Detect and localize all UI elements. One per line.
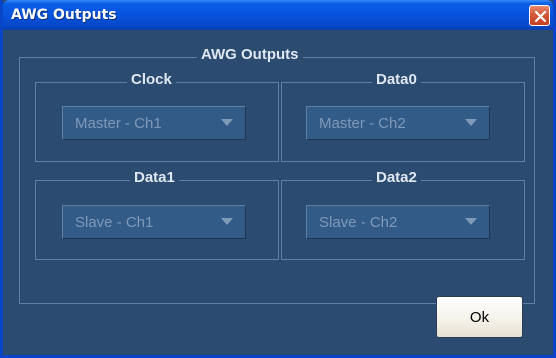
data0-label: Data0 xyxy=(372,71,421,88)
data1-output-value: Slave - Ch1 xyxy=(75,214,154,231)
data0-output-value: Master - Ch2 xyxy=(319,115,406,132)
chevron-down-icon xyxy=(221,218,233,225)
close-icon xyxy=(534,10,547,23)
window-title: AWG Outputs xyxy=(11,7,117,23)
clock-output-select[interactable]: Master - Ch1 xyxy=(62,106,246,140)
clock-label: Clock xyxy=(127,71,176,88)
data1-label: Data1 xyxy=(130,169,179,186)
chevron-down-icon xyxy=(221,119,233,126)
ok-button[interactable]: Ok xyxy=(436,296,523,338)
data2-output-value: Slave - Ch2 xyxy=(319,214,398,231)
chevron-down-icon xyxy=(465,119,477,126)
data0-output-select[interactable]: Master - Ch2 xyxy=(306,106,490,140)
data2-label: Data2 xyxy=(372,169,421,186)
close-button[interactable] xyxy=(529,5,550,26)
dialog-window: AWG Outputs AWG Outputs Clock Master - C… xyxy=(0,0,556,358)
data1-output-select[interactable]: Slave - Ch1 xyxy=(62,205,246,239)
title-bar[interactable]: AWG Outputs xyxy=(3,0,553,30)
data2-output-select[interactable]: Slave - Ch2 xyxy=(306,205,490,239)
group-title: AWG Outputs xyxy=(197,46,303,63)
chevron-down-icon xyxy=(465,218,477,225)
clock-output-value: Master - Ch1 xyxy=(75,115,162,132)
